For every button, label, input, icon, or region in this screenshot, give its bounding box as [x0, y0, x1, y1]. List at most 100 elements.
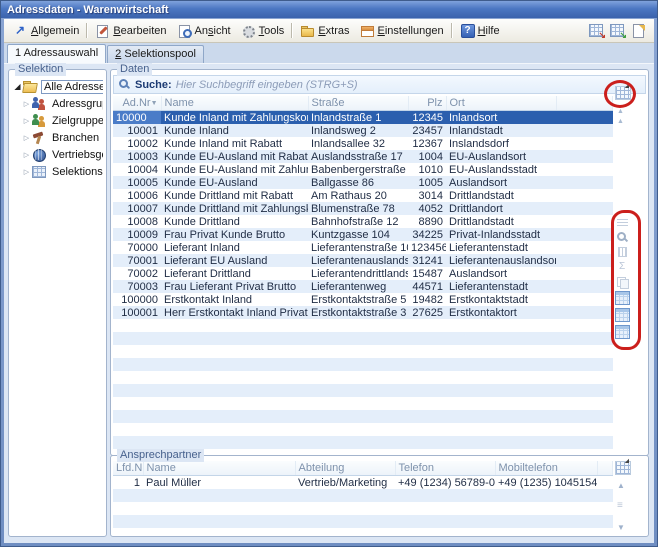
title-bar[interactable]: Adressdaten - Warenwirtschaft: [1, 1, 657, 18]
contacts-right-spacer: [632, 461, 646, 534]
copy-icon[interactable]: [616, 276, 629, 288]
tree-item-adressgruppen[interactable]: ▷Adressgruppen: [12, 95, 103, 112]
cell-ort: [446, 332, 556, 345]
address-groups-icon: [32, 97, 47, 110]
address-row[interactable]: 10001Kunde InlandInlandsweg 223457Inland…: [113, 124, 613, 137]
tree-collapsed-icon[interactable]: ▷: [21, 117, 32, 125]
selection-groupbox-label: Selektion: [15, 63, 66, 76]
sum-icon[interactable]: [616, 261, 629, 273]
empty-row: [113, 502, 613, 515]
address-row[interactable]: 70000Lieferant InlandLieferantenstraße 1…: [113, 241, 613, 254]
column-header-label: Plz: [427, 97, 442, 109]
column-header-adnr[interactable]: Ad.Nr▼: [113, 96, 161, 111]
address-row[interactable]: 100000Erstkontakt InlandErstkontaktstraß…: [113, 293, 613, 306]
cell-filler: [597, 515, 613, 528]
column-header-filler[interactable]: [597, 461, 613, 476]
cell-ort: Auslandsort: [446, 267, 556, 280]
menu-item-label: Hilfe: [478, 25, 500, 37]
address-row[interactable]: 10005Kunde EU-AuslandBallgasse 861005Aus…: [113, 176, 613, 189]
address-row[interactable]: 10003Kunde EU-Ausland mit RabattAuslands…: [113, 150, 613, 163]
column-header-abteilung[interactable]: Abteilung: [295, 461, 395, 476]
column-header-ort[interactable]: Ort: [446, 96, 556, 111]
address-row[interactable]: 70003Frau Lieferant Privat BruttoLiefera…: [113, 280, 613, 293]
column-header-strasse[interactable]: Straße: [308, 96, 408, 111]
cell-adnr: 10007: [113, 202, 161, 215]
table-view-icon[interactable]: [615, 308, 630, 322]
address-row[interactable]: 70002Lieferant DrittlandLieferantendritt…: [113, 267, 613, 280]
column-header-mobiltelefon[interactable]: Mobiltelefon: [495, 461, 597, 476]
menu-item-einstellungen[interactable]: Einstellungen: [355, 22, 449, 40]
menu-item-bearbeiten[interactable]: Bearbeiten: [90, 22, 171, 40]
cell-filler: [556, 293, 613, 306]
export-table-icon[interactable]: [588, 23, 605, 38]
menu-item-allgemein[interactable]: Allgemein: [8, 22, 84, 40]
scroll-up-icon[interactable]: [617, 481, 625, 490]
address-row[interactable]: 10009Frau Privat Kunde BruttoKuntzgasse …: [113, 228, 613, 241]
cell-strasse: Kuntzgasse 104: [308, 228, 408, 241]
cell-filler: [556, 449, 613, 453]
column-header-name[interactable]: Name: [143, 461, 295, 476]
scroll-up-icon[interactable]: [617, 118, 624, 126]
new-document-icon[interactable]: [630, 23, 647, 38]
cell-mobiltelefon: [495, 528, 597, 534]
cell-name: [161, 319, 308, 332]
tree-item-zielgruppen[interactable]: ▷ Zielgruppen: [12, 112, 103, 129]
tab-selektionspool[interactable]: 2 Selektionspool: [107, 45, 204, 63]
address-row[interactable]: 70001Lieferant EU AuslandLieferantenausl…: [113, 254, 613, 267]
cell-name: Kunde Inland mit Zahlungskondition und L…: [161, 111, 308, 125]
columns-icon[interactable]: [616, 246, 629, 258]
table-view-icon[interactable]: [615, 325, 630, 339]
cell-name: Kunde Drittland mit Zahlungskonditionen: [161, 202, 308, 215]
column-header-telefon[interactable]: Telefon: [395, 461, 495, 476]
tree-collapsed-icon[interactable]: ▷: [21, 100, 32, 108]
menu-item-hilfe[interactable]: Hilfe: [455, 22, 505, 40]
address-row[interactable]: 10004Kunde EU-Ausland mit Zahlungskondit…: [113, 163, 613, 176]
menu-item-tools[interactable]: Tools: [236, 22, 290, 40]
tree-item-branchen[interactable]: ▷Branchen: [12, 129, 103, 146]
column-header-filler[interactable]: [556, 96, 613, 111]
cell-adnr: 70002: [113, 267, 161, 280]
table-view-icon[interactable]: [615, 291, 630, 305]
tree-item-alle-adressen[interactable]: ◢ Alle Adressen: [12, 78, 103, 95]
cell-name: [161, 436, 308, 449]
cell-name: [143, 515, 295, 528]
drag-handle-icon[interactable]: [617, 501, 623, 510]
cell-filler: [556, 280, 613, 293]
column-chooser-icon[interactable]: [615, 461, 631, 475]
scroll-down-icon[interactable]: [617, 523, 625, 532]
tree-item-selektionspools[interactable]: ▷Selektionspools: [12, 163, 103, 180]
cell-mobiltelefon: [495, 515, 597, 528]
tree-collapsed-icon[interactable]: ▷: [21, 134, 32, 142]
address-row[interactable]: 10000Kunde Inland mit Zahlungskondition …: [113, 111, 613, 125]
column-header-plz[interactable]: Plz: [408, 96, 446, 111]
tree-item-vertriebsgebiete[interactable]: ▷Vertriebsgebiete: [12, 146, 103, 163]
magnifier-grey-icon[interactable]: [616, 231, 629, 243]
rows-icon[interactable]: [616, 216, 629, 228]
cell-adnr: 10006: [113, 189, 161, 202]
import-table-icon[interactable]: [609, 23, 626, 38]
tree-expanded-icon[interactable]: ◢: [12, 82, 23, 91]
contact-row[interactable]: 1Paul MüllerVertrieb/Marketing+49 (1234)…: [113, 476, 613, 490]
column-chooser-icon[interactable]: [615, 86, 631, 100]
tab-adressauswahl[interactable]: 1 Adressauswahl: [7, 44, 106, 63]
tree-collapsed-icon[interactable]: ▷: [21, 168, 32, 176]
menu-item-ansicht[interactable]: Ansicht: [172, 22, 236, 40]
address-row[interactable]: 10007Kunde Drittland mit Zahlungskonditi…: [113, 202, 613, 215]
contacts-side-toolbar: [613, 461, 632, 534]
address-row[interactable]: 10006Kunde Drittland mit RabattAm Rathau…: [113, 189, 613, 202]
cell-adnr: 10005: [113, 176, 161, 189]
column-header-name[interactable]: Name: [161, 96, 308, 111]
cell-plz: 1004: [408, 150, 446, 163]
tree-collapsed-icon[interactable]: ▷: [21, 151, 32, 159]
cell-plz: 4052: [408, 202, 446, 215]
search-input[interactable]: [176, 79, 641, 91]
column-header-lfdnr[interactable]: Lfd.Nr.: [113, 461, 143, 476]
column-header-label: Ad.Nr: [122, 97, 150, 109]
tree-item-label: Zielgruppen: [50, 115, 103, 127]
address-row[interactable]: 10002Kunde Inland mit RabattInlandsallee…: [113, 137, 613, 150]
scroll-up-icon[interactable]: [617, 108, 624, 116]
tree-item-label: Alle Adressen: [41, 80, 103, 94]
menu-item-extras[interactable]: Extras: [295, 22, 354, 40]
address-row[interactable]: 100001Herr Erstkontakt Inland PrivatErst…: [113, 306, 613, 319]
address-row[interactable]: 10008Kunde DrittlandBahnhofstraße 128890…: [113, 215, 613, 228]
